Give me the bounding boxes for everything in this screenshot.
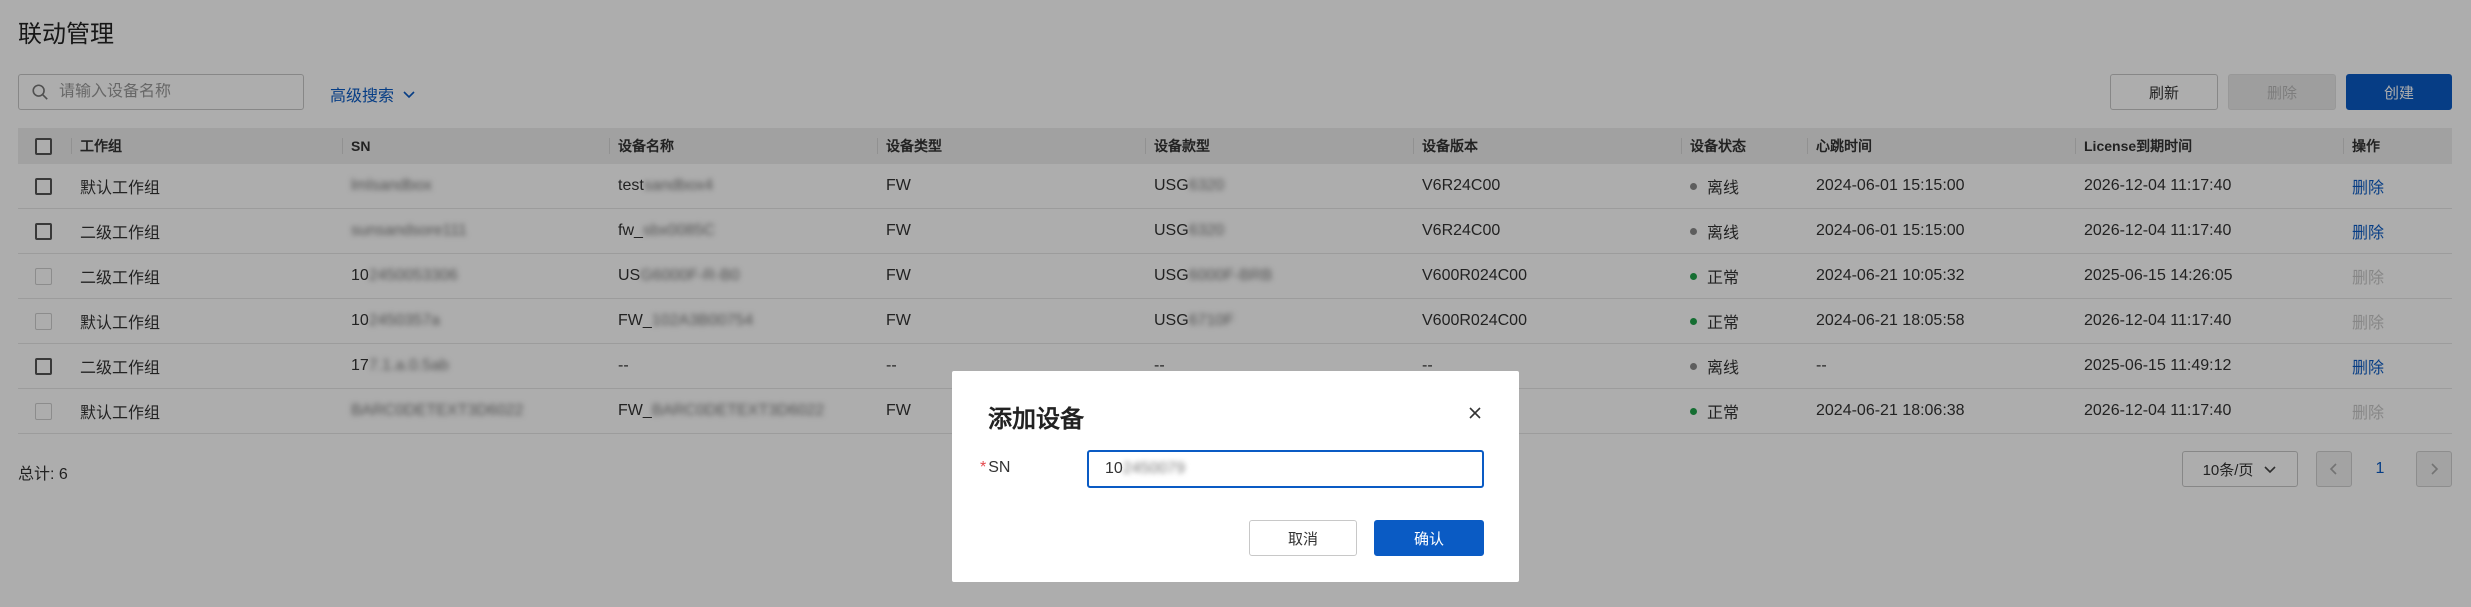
required-marker: * — [980, 459, 987, 476]
dialog-title: 添加设备 — [988, 406, 1084, 433]
sn-field-label: * SN — [980, 459, 1010, 477]
close-icon[interactable] — [1465, 403, 1485, 423]
sn-label-text: SN — [988, 459, 1011, 476]
add-device-dialog: 添加设备 * SN 10 2450079 取消 确认 — [952, 371, 1519, 582]
sn-input-value-redacted: 2450079 — [1122, 460, 1186, 477]
sn-input-value-prefix: 10 — [1105, 460, 1123, 477]
confirm-button[interactable]: 确认 — [1374, 520, 1484, 556]
sn-input[interactable]: 10 2450079 — [1087, 450, 1484, 488]
cancel-button[interactable]: 取消 — [1249, 520, 1357, 556]
